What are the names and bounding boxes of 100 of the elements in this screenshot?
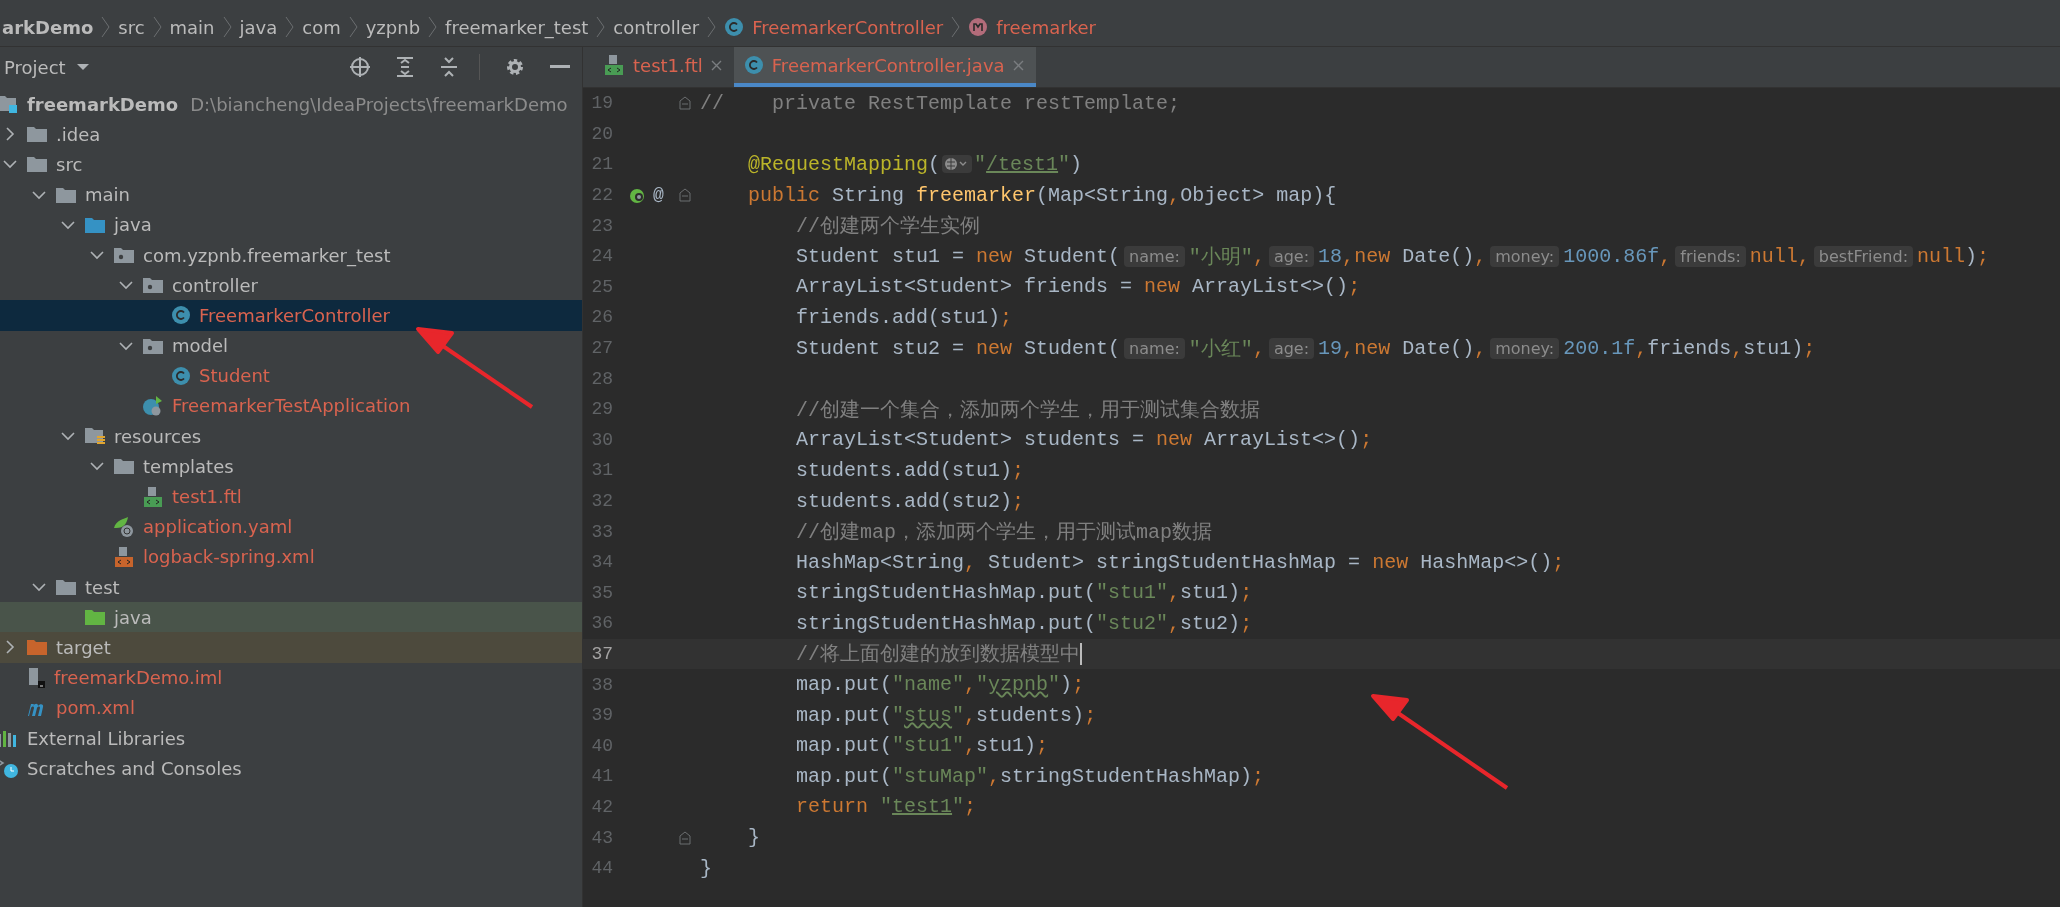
project-view-title[interactable]: Project (4, 56, 66, 78)
fold-marker-icon[interactable] (679, 830, 691, 845)
tree-item[interactable]: freemarkDemo.iml (0, 662, 582, 693)
breadcrumb-separator-icon (707, 16, 717, 38)
chevron-right-icon[interactable] (5, 640, 15, 655)
chevron-down-icon[interactable] (90, 250, 104, 261)
folder-icon (55, 185, 77, 204)
breadcrumb-item[interactable]: FreemarkerController (752, 16, 944, 38)
close-icon[interactable] (710, 59, 722, 71)
breadcrumb-item[interactable]: yzpnb (365, 16, 421, 38)
chevron-down-icon[interactable] (32, 189, 46, 200)
chevron-right-icon[interactable] (5, 127, 15, 142)
xml-file-icon (113, 545, 135, 568)
code-line: map.put("stu1",stu1); (795, 734, 1049, 758)
locate-icon[interactable] (349, 56, 371, 78)
code-line: } (700, 856, 712, 880)
folder-icon (84, 608, 106, 627)
fold-marker-icon[interactable] (679, 188, 691, 203)
tree-item[interactable]: controller (0, 270, 582, 301)
code-text: ; (1977, 244, 1990, 268)
code-line: stringStudentHashMap.put("stu1",stu1); (795, 581, 1253, 605)
code-line: students.add(stu2); (795, 489, 1025, 513)
tree-item[interactable]: .idea (0, 119, 582, 150)
code-text: ( (928, 153, 941, 176)
line-number: 36 (590, 613, 613, 634)
fold-marker-icon[interactable] (679, 96, 691, 111)
code-text: ) (1070, 153, 1083, 176)
line-number: 42 (590, 796, 613, 817)
expand-all-icon[interactable] (395, 56, 415, 78)
code-line: //创建两个学生实例 (795, 214, 981, 240)
code-line: ArrayList<Student> friends = new ArrayList<>(); (795, 275, 1361, 299)
breadcrumb-item[interactable]: java (239, 16, 278, 38)
tree-item[interactable]: java (0, 209, 582, 240)
code-text: , (1635, 336, 1648, 360)
tree-item[interactable]: target (0, 632, 582, 663)
tree-item-label: src (56, 153, 83, 175)
tree-item[interactable]: src (0, 149, 582, 180)
tree-item[interactable]: test (0, 572, 582, 603)
gutter-marker[interactable]: @ (653, 185, 664, 206)
line-number: 37 (590, 644, 613, 664)
chevron-down-icon[interactable] (3, 159, 17, 170)
code-text: Date() (1401, 244, 1475, 268)
globe-dropdown-icon[interactable] (942, 155, 973, 174)
tree-item[interactable]: templates (0, 451, 582, 482)
code-text: , (1474, 336, 1487, 360)
tree-item-label: templates (143, 455, 234, 477)
line-number: 35 (590, 582, 613, 603)
breadcrumb-item[interactable]: main (169, 16, 215, 38)
chevron-down-icon[interactable] (119, 340, 133, 351)
tree-item[interactable]: test1.ftl (0, 481, 582, 512)
tree-item[interactable]: resources (0, 421, 582, 452)
tree-item[interactable]: FreemarkerController (0, 300, 582, 331)
file-icon (26, 666, 46, 689)
dropdown-caret-icon[interactable] (75, 63, 90, 71)
chevron-down-icon[interactable] (61, 219, 75, 230)
tree-item-label: test (85, 576, 120, 598)
chevron-down-icon[interactable] (61, 431, 75, 442)
breadcrumb-item[interactable]: freemarker_test (445, 16, 589, 38)
line-number: 32 (590, 491, 613, 511)
code-line: //将上面创建的放到数据模型中 (795, 642, 1081, 668)
line-number: 26 (590, 307, 613, 328)
chevron-down-icon[interactable] (119, 280, 133, 291)
tree-item[interactable]: com.yzpnb.freemarker_test (0, 239, 582, 271)
settings-icon[interactable] (504, 56, 526, 78)
chevron-down-icon[interactable] (90, 461, 104, 472)
resources-folder-icon (84, 426, 106, 447)
line-number: 31 (590, 460, 613, 481)
editor-tab[interactable]: test1.ftl (593, 47, 734, 87)
breadcrumb-item[interactable]: arkDemo (2, 16, 94, 38)
breadcrumb-item[interactable]: com (302, 16, 341, 38)
tree-item[interactable]: model (0, 330, 582, 361)
breadcrumb-separator-icon (285, 16, 295, 38)
folder-icon (26, 125, 48, 144)
breadcrumb-item[interactable]: freemarker (996, 16, 1096, 38)
minimize-icon[interactable] (550, 65, 570, 69)
chevron-down-icon[interactable] (32, 582, 46, 593)
breadcrumb-item[interactable]: src (118, 16, 145, 38)
tree-item[interactable]: java (0, 602, 582, 633)
line-number: 28 (590, 368, 613, 389)
collapse-all-icon[interactable] (439, 56, 459, 78)
text-caret (1080, 643, 1083, 665)
inlay-hint: age: (1268, 337, 1315, 359)
code-text: , (1342, 336, 1355, 360)
tree-item[interactable]: logback-spring.xml (0, 541, 582, 572)
bean-icon[interactable] (629, 186, 647, 205)
tree-item[interactable]: freemarkDemo D:\biancheng\IdeaProjects\freemarkDemo (0, 89, 582, 120)
tree-item[interactable]: FreemarkerTestApplication (0, 390, 582, 422)
tree-item[interactable]: application.yaml (0, 511, 582, 542)
code-text: Date() (1401, 336, 1475, 360)
tree-item[interactable]: Student (0, 360, 582, 391)
tree-item[interactable]: main (0, 179, 582, 210)
tree-item[interactable]: Scratches and Consoles (0, 753, 582, 784)
package-folder-icon (113, 246, 135, 265)
breadcrumb-item[interactable]: controller (613, 16, 700, 38)
breadcrumb-separator-icon (348, 16, 358, 38)
code-text: Student( (1023, 244, 1121, 268)
tree-item-label: FreemarkerTestApplication (172, 395, 411, 417)
code-text: , (1252, 244, 1265, 268)
tree-item[interactable]: External Libraries (0, 722, 582, 754)
tree-item[interactable]: pom.xml (0, 692, 582, 723)
